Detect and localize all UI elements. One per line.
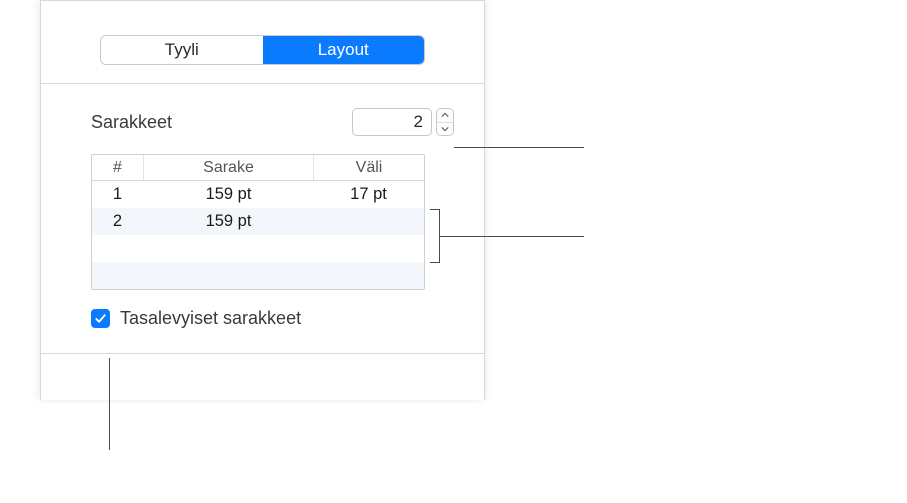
tab-style[interactable]: Tyyli	[101, 36, 263, 64]
checkmark-icon	[94, 312, 107, 325]
equal-width-label: Tasalevyiset sarakkeet	[120, 308, 301, 329]
table-row-empty	[92, 235, 424, 262]
cell-vali	[314, 208, 424, 235]
cell-num: 1	[92, 181, 144, 208]
table-row[interactable]: 2 159 pt	[92, 208, 424, 235]
segmented-control: Tyyli Layout	[100, 35, 425, 65]
th-sarake[interactable]: Sarake	[144, 155, 314, 180]
table-row[interactable]: 1 159 pt 17 pt	[92, 181, 424, 208]
callout-bracket	[430, 209, 440, 263]
columns-stepper-group: 2	[352, 108, 454, 136]
cell-sarake: 159 pt	[144, 181, 314, 208]
callout-line	[454, 147, 584, 148]
cell-vali: 17 pt	[314, 181, 424, 208]
cell-sarake: 159 pt	[144, 208, 314, 235]
table-row-empty	[92, 262, 424, 289]
callout-line	[109, 358, 110, 450]
equal-width-row: Tasalevyiset sarakkeet	[91, 308, 454, 329]
callout-line	[440, 236, 584, 237]
columns-table: # Sarake Väli 1 159 pt 17 pt 2 159 pt	[91, 154, 425, 290]
columns-row: Sarakkeet 2	[91, 108, 454, 136]
table-body: 1 159 pt 17 pt 2 159 pt	[92, 181, 424, 289]
tab-layout-label: Layout	[318, 40, 369, 60]
stepper-up[interactable]	[437, 109, 453, 123]
tab-layout[interactable]: Layout	[263, 36, 425, 64]
stepper-down[interactable]	[437, 123, 453, 136]
tab-style-label: Tyyli	[165, 40, 199, 60]
inspector-panel: Tyyli Layout Sarakkeet 2	[40, 0, 485, 400]
columns-stepper	[436, 108, 454, 136]
layout-section: Sarakkeet 2 # Sarake Väli	[41, 84, 484, 339]
cell-num: 2	[92, 208, 144, 235]
table-header: # Sarake Väli	[92, 155, 424, 181]
columns-label: Sarakkeet	[91, 112, 172, 133]
th-num[interactable]: #	[92, 155, 144, 180]
tab-row: Tyyli Layout	[41, 1, 484, 83]
equal-width-checkbox[interactable]	[91, 309, 110, 328]
columns-value: 2	[414, 112, 423, 131]
divider	[41, 353, 484, 354]
columns-value-field[interactable]: 2	[352, 108, 432, 136]
th-vali[interactable]: Väli	[314, 155, 424, 180]
